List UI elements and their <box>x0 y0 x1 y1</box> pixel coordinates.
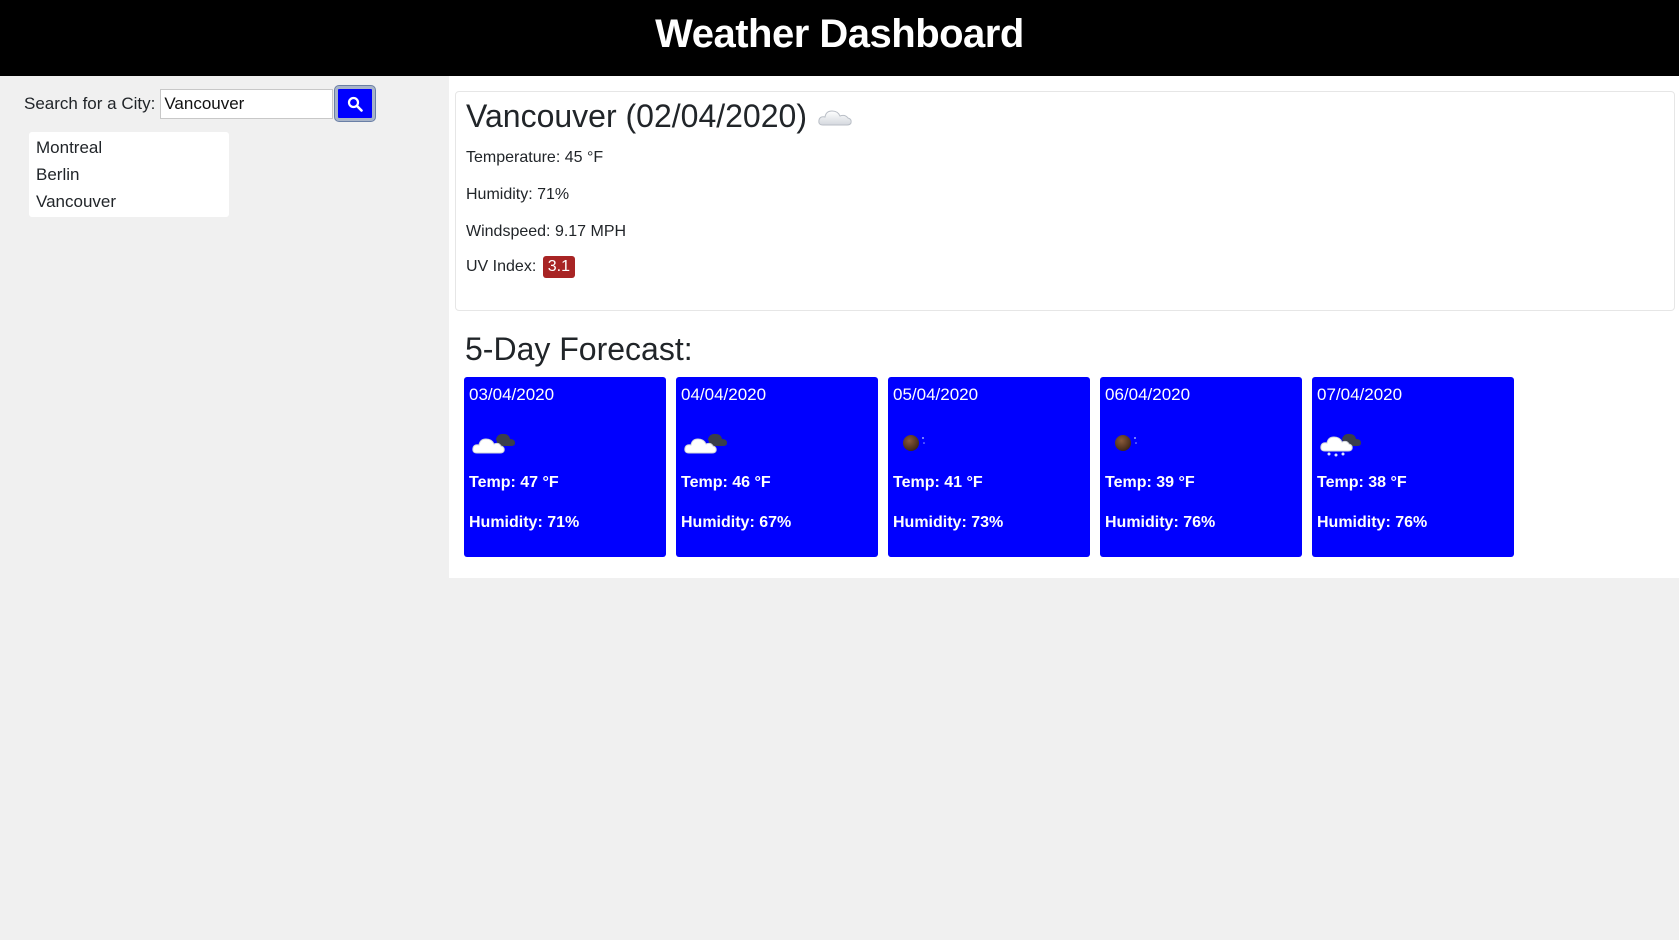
forecast-humidity: Humidity: 71% <box>469 514 580 531</box>
search-icon <box>348 96 364 112</box>
sidebar: Search for a City: Montreal Berlin Vanco… <box>0 76 446 940</box>
forecast-humidity: Humidity: 73% <box>893 514 1004 531</box>
current-uv: UV Index: 3.1 <box>466 256 575 278</box>
forecast-temp: Temp: 47 °F <box>469 474 559 491</box>
uv-index-badge: 3.1 <box>542 256 575 278</box>
main-panel: Vancouver (02/04/2020) Temperature: 45 °… <box>449 76 1679 578</box>
forecast-date: 03/04/2020 <box>469 385 555 404</box>
forecast-temp: Temp: 38 °F <box>1317 474 1407 491</box>
forecast-date: 06/04/2020 <box>1105 385 1191 404</box>
forecast-title: 5-Day Forecast: <box>465 331 693 367</box>
search-form: Search for a City: <box>24 86 376 121</box>
current-city-heading: Vancouver (02/04/2020) <box>466 98 853 135</box>
forecast-temp: Temp: 41 °F <box>893 474 983 491</box>
forecast-card: 07/04/2020 Temp: 38 °F Humidity: 76% <box>1312 377 1514 557</box>
search-button[interactable] <box>335 86 376 121</box>
city-search-input[interactable] <box>160 88 334 119</box>
forecast-temp: Temp: 46 °F <box>681 474 771 491</box>
forecast-date: 04/04/2020 <box>681 385 767 404</box>
forecast-humidity: Humidity: 76% <box>1105 514 1216 531</box>
search-history-list: Montreal Berlin Vancouver <box>29 132 229 217</box>
page-title: Weather Dashboard <box>655 11 1024 56</box>
night-clear-icon <box>903 435 925 451</box>
forecast-row: 03/04/2020 Temp: 47 °F Humidity: 71% 04/… <box>464 377 1514 557</box>
cloudy-icon <box>684 433 727 454</box>
current-city-title: Vancouver (02/04/2020) <box>466 98 807 134</box>
history-item-berlin[interactable]: Berlin <box>29 161 229 188</box>
forecast-date: 07/04/2020 <box>1317 385 1403 404</box>
history-item-vancouver[interactable]: Vancouver <box>29 188 229 215</box>
current-weather-card: Vancouver (02/04/2020) Temperature: 45 °… <box>455 91 1675 311</box>
forecast-humidity: Humidity: 76% <box>1317 514 1428 531</box>
forecast-humidity: Humidity: 67% <box>681 514 792 531</box>
uv-index-label: UV Index: <box>466 258 537 275</box>
snow-cloud-icon <box>1320 433 1361 457</box>
current-humidity: Humidity: 71% <box>466 186 570 203</box>
cloud-icon <box>818 109 852 125</box>
current-temperature: Temperature: 45 °F <box>466 149 604 166</box>
forecast-temp: Temp: 39 °F <box>1105 474 1195 491</box>
forecast-card: 05/04/2020 Temp: 41 °F Humidity: 73% <box>888 377 1090 557</box>
forecast-card: 06/04/2020 Temp: 39 °F Humidity: 76% <box>1100 377 1302 557</box>
forecast-date: 05/04/2020 <box>893 385 979 404</box>
cloudy-icon <box>472 433 515 454</box>
forecast-card: 04/04/2020 Temp: 46 °F Humidity: 67% <box>676 377 878 557</box>
night-clear-icon <box>1115 435 1137 451</box>
header-bar: Weather Dashboard <box>0 0 1679 76</box>
history-item-montreal[interactable]: Montreal <box>29 134 229 161</box>
search-label: Search for a City: <box>24 93 156 113</box>
current-windspeed: Windspeed: 9.17 MPH <box>466 223 627 240</box>
forecast-card: 03/04/2020 Temp: 47 °F Humidity: 71% <box>464 377 666 557</box>
